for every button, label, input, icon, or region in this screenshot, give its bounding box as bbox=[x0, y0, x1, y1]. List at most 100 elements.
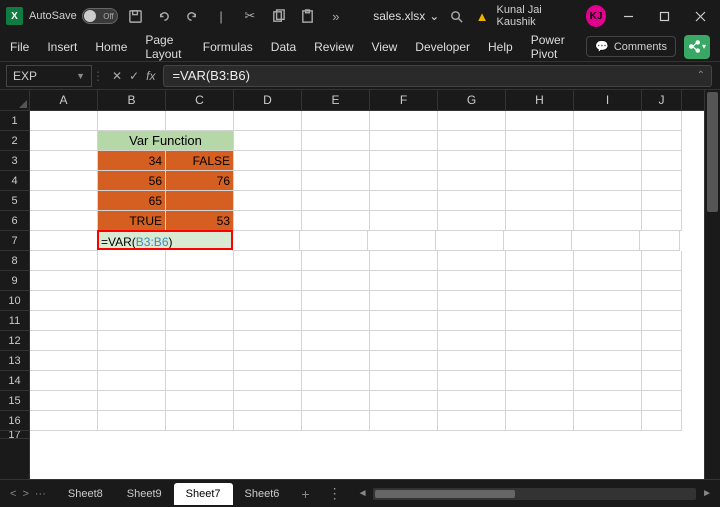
scrollbar-thumb[interactable] bbox=[707, 92, 718, 212]
row-header[interactable]: 5 bbox=[0, 191, 29, 211]
row-header[interactable]: 17 bbox=[0, 431, 29, 439]
scroll-left-icon[interactable]: ◄ bbox=[358, 488, 368, 499]
add-sheet-button[interactable]: + bbox=[291, 486, 319, 502]
user-name[interactable]: Kunal Jai Kaushik bbox=[497, 4, 578, 28]
cell-c3[interactable]: FALSE bbox=[166, 151, 234, 171]
col-header[interactable]: B bbox=[98, 90, 166, 110]
col-header[interactable]: G bbox=[438, 90, 506, 110]
row-header[interactable]: 3 bbox=[0, 151, 29, 171]
filename[interactable]: sales.xlsx ⌄ bbox=[373, 9, 439, 23]
tab-developer[interactable]: Developer bbox=[415, 40, 470, 54]
toggle-switch[interactable]: Off bbox=[82, 8, 118, 24]
search-icon[interactable] bbox=[445, 4, 467, 28]
warning-icon[interactable]: ▲ bbox=[476, 9, 489, 24]
cell-b3[interactable]: 34 bbox=[98, 151, 166, 171]
scrollbar-thumb[interactable] bbox=[375, 490, 515, 498]
cell bbox=[302, 131, 370, 151]
fx-icon[interactable]: fx bbox=[146, 69, 155, 83]
more-icon[interactable]: » bbox=[325, 4, 348, 28]
tab-home[interactable]: Home bbox=[95, 40, 127, 54]
row-header[interactable]: 6 bbox=[0, 211, 29, 231]
tab-menu-icon[interactable]: ⋮ bbox=[320, 485, 350, 502]
col-header[interactable]: I bbox=[574, 90, 642, 110]
sheet-tab[interactable]: Sheet9 bbox=[115, 483, 174, 505]
vertical-scrollbar[interactable] bbox=[704, 90, 720, 479]
row-header[interactable]: 11 bbox=[0, 311, 29, 331]
col-header[interactable]: C bbox=[166, 90, 234, 110]
sheet-tab-active[interactable]: Sheet7 bbox=[174, 483, 233, 505]
redo-icon[interactable] bbox=[181, 4, 204, 28]
row-header[interactable]: 10 bbox=[0, 291, 29, 311]
cell-b4[interactable]: 56 bbox=[98, 171, 166, 191]
row-header[interactable]: 9 bbox=[0, 271, 29, 291]
cell bbox=[574, 391, 642, 411]
col-header[interactable]: J bbox=[642, 90, 682, 110]
tab-help[interactable]: Help bbox=[488, 40, 513, 54]
paste-icon[interactable] bbox=[296, 4, 319, 28]
row-header[interactable]: 16 bbox=[0, 411, 29, 431]
cell-header[interactable]: Var Function bbox=[98, 131, 234, 151]
tab-review[interactable]: Review bbox=[314, 40, 353, 54]
autosave-toggle[interactable]: AutoSave Off bbox=[29, 8, 118, 24]
name-box[interactable]: EXP ▼ bbox=[6, 65, 92, 87]
save-icon[interactable] bbox=[124, 4, 147, 28]
row-header[interactable]: 12 bbox=[0, 331, 29, 351]
cell-b7-active[interactable]: =VAR(B3:B6) bbox=[97, 230, 233, 250]
cell bbox=[302, 311, 370, 331]
grid[interactable]: Var Function 34FALSE 5676 65 TRUE53 =VAR… bbox=[30, 111, 704, 479]
col-header[interactable]: H bbox=[506, 90, 574, 110]
formula-bar[interactable]: =VAR(B3:B6) ⌃ bbox=[163, 65, 712, 87]
row-header[interactable]: 13 bbox=[0, 351, 29, 371]
comments-button[interactable]: 💬 Comments bbox=[586, 36, 676, 57]
row-header[interactable]: 4 bbox=[0, 171, 29, 191]
tab-file[interactable]: File bbox=[10, 40, 29, 54]
cell bbox=[234, 351, 302, 371]
copy-icon[interactable] bbox=[267, 4, 290, 28]
chevron-down-icon: ▾ bbox=[702, 42, 706, 51]
row-header[interactable]: 8 bbox=[0, 251, 29, 271]
row-header[interactable]: 14 bbox=[0, 371, 29, 391]
minimize-button[interactable] bbox=[614, 2, 642, 30]
share-button[interactable]: ▾ bbox=[684, 35, 710, 59]
cell bbox=[370, 391, 438, 411]
row-header[interactable]: 2 bbox=[0, 131, 29, 151]
row-header[interactable]: 1 bbox=[0, 111, 29, 131]
expand-formula-icon[interactable]: ⌃ bbox=[697, 70, 705, 81]
tab-more-icon[interactable]: ··· bbox=[35, 488, 46, 500]
cell bbox=[234, 311, 302, 331]
tab-insert[interactable]: Insert bbox=[47, 40, 77, 54]
row-header[interactable]: 7 bbox=[0, 231, 29, 251]
tab-data[interactable]: Data bbox=[271, 40, 296, 54]
tab-next-icon[interactable]: > bbox=[22, 488, 28, 500]
enter-formula-icon[interactable]: ✓ bbox=[129, 69, 139, 83]
horizontal-scrollbar[interactable]: ◄ ► bbox=[358, 488, 712, 500]
tab-prev-icon[interactable]: < bbox=[10, 488, 16, 500]
cell-c6[interactable]: 53 bbox=[166, 211, 234, 231]
maximize-button[interactable] bbox=[650, 2, 678, 30]
cancel-formula-icon[interactable]: ✕ bbox=[112, 69, 122, 83]
tab-power-pivot[interactable]: Power Pivot bbox=[531, 33, 568, 61]
cell-b5[interactable]: 65 bbox=[98, 191, 166, 211]
cell-c4[interactable]: 76 bbox=[166, 171, 234, 191]
cell-b6[interactable]: TRUE bbox=[98, 211, 166, 231]
tab-page-layout[interactable]: Page Layout bbox=[145, 33, 184, 61]
undo-icon[interactable] bbox=[152, 4, 175, 28]
col-header[interactable]: D bbox=[234, 90, 302, 110]
toggle-state: Off bbox=[103, 12, 114, 21]
cell-c5[interactable] bbox=[166, 191, 234, 211]
col-header[interactable]: F bbox=[370, 90, 438, 110]
select-all-corner[interactable] bbox=[0, 90, 30, 111]
tab-view[interactable]: View bbox=[372, 40, 398, 54]
tab-formulas[interactable]: Formulas bbox=[203, 40, 253, 54]
avatar[interactable]: KJ bbox=[586, 5, 606, 27]
scroll-right-icon[interactable]: ► bbox=[702, 488, 712, 499]
col-header[interactable]: A bbox=[30, 90, 98, 110]
sheet-tab[interactable]: Sheet6 bbox=[233, 483, 292, 505]
cut-icon[interactable]: ✂ bbox=[238, 4, 261, 28]
scrollbar-track[interactable] bbox=[373, 488, 696, 500]
sheet-tab[interactable]: Sheet8 bbox=[56, 483, 115, 505]
cell bbox=[506, 151, 574, 171]
col-header[interactable]: E bbox=[302, 90, 370, 110]
row-header[interactable]: 15 bbox=[0, 391, 29, 411]
close-button[interactable] bbox=[686, 2, 714, 30]
